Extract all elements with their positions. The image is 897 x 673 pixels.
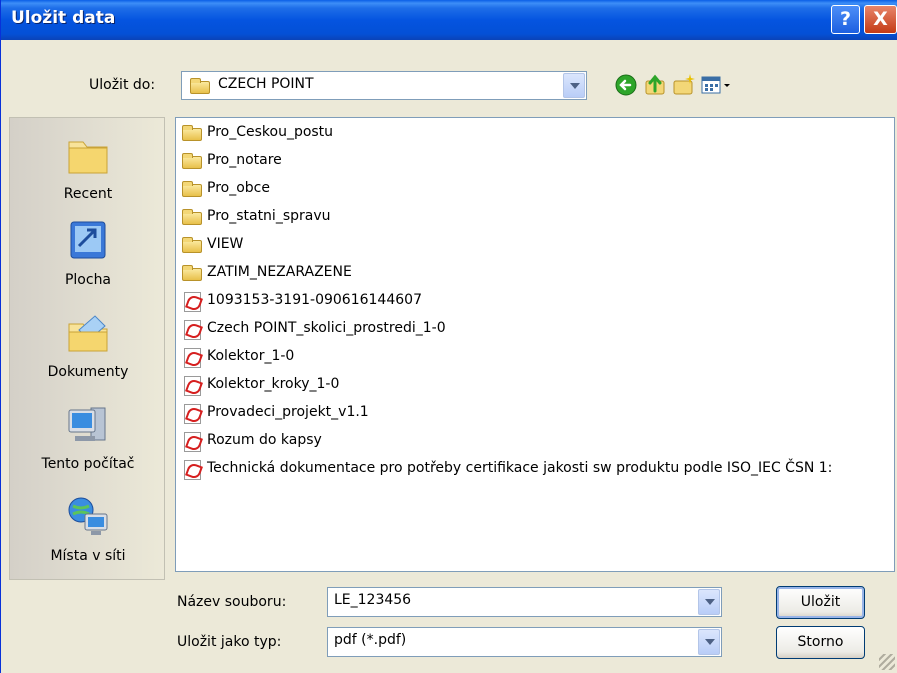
place-label: Dokumenty	[47, 364, 129, 380]
views-menu-icon[interactable]	[699, 72, 737, 98]
folder-icon	[180, 180, 204, 198]
file-list[interactable]: Pro_Ceskou_postu Pro_notare Pro_obce Pro…	[175, 117, 895, 572]
places-bar: Recent Plocha Dokumenty Tento počítač Mí…	[9, 117, 165, 580]
chevron-down-icon[interactable]	[563, 73, 585, 98]
place-network[interactable]: Místa v síti	[10, 494, 166, 564]
file-name: Pro_notare	[207, 152, 282, 168]
filetype-label: Uložit jako typ:	[177, 634, 282, 650]
save-button[interactable]: Uložit	[776, 586, 865, 619]
save-in-combo[interactable]: CZECH POINT	[181, 71, 587, 100]
place-computer[interactable]: Tento počítač	[10, 402, 166, 472]
file-name: VIEW	[207, 236, 244, 252]
file-name: Kolektor_1-0	[207, 348, 295, 364]
filename-label: Název souboru:	[177, 594, 287, 610]
file-name: 1093153-3191-090616144607	[207, 292, 422, 308]
folder-icon	[180, 152, 204, 170]
pdf-file-icon	[180, 376, 204, 396]
file-name: Technická dokumentace pro potřeby certif…	[207, 460, 833, 476]
pdf-file-icon	[180, 404, 204, 424]
filename-value: LE_123456	[334, 592, 412, 608]
filetype-select[interactable]: pdf (*.pdf)	[327, 627, 722, 657]
chevron-down-icon[interactable]	[698, 589, 720, 615]
place-label: Plocha	[64, 272, 112, 288]
up-folder-icon[interactable]	[642, 72, 668, 98]
dialog-title: Uložit data	[11, 8, 116, 28]
back-arrow-icon[interactable]	[613, 72, 639, 98]
file-name: Kolektor_kroky_1-0	[207, 376, 340, 392]
folder-icon	[180, 236, 204, 254]
file-name: Pro_obce	[207, 180, 270, 196]
pdf-file-icon	[180, 292, 204, 312]
filetype-value: pdf (*.pdf)	[334, 632, 407, 648]
cancel-button[interactable]: Storno	[776, 626, 865, 659]
pdf-file-icon	[180, 460, 204, 480]
title-bar[interactable]: Uložit data ? X	[1, 0, 897, 40]
pdf-file-icon	[180, 432, 204, 452]
save-dialog: Uložit data ? X Uložit do: CZECH POINT R…	[0, 0, 897, 673]
place-label: Recent	[63, 186, 113, 202]
resize-grip-icon[interactable]	[879, 654, 895, 670]
help-button[interactable]: ?	[831, 5, 860, 34]
documents-icon	[68, 315, 108, 352]
desktop-icon	[70, 221, 106, 259]
close-button[interactable]: X	[864, 5, 897, 34]
place-label: Tento počítač	[41, 456, 135, 472]
file-name: Rozum do kapsy	[207, 432, 322, 448]
save-in-value: CZECH POINT	[218, 76, 314, 92]
file-name: ZATIM_NEZARAZENE	[207, 264, 352, 280]
recent-folder-icon	[68, 141, 108, 174]
place-documents[interactable]: Dokumenty	[10, 310, 166, 380]
place-desktop[interactable]: Plocha	[10, 218, 166, 288]
file-name: Provadeci_projekt_v1.1	[207, 404, 369, 420]
folder-icon	[190, 78, 212, 94]
file-name: Pro_Ceskou_postu	[207, 124, 334, 140]
folder-icon	[180, 264, 204, 282]
chevron-down-icon[interactable]	[698, 629, 720, 655]
folder-icon	[180, 124, 204, 142]
computer-icon	[68, 407, 106, 441]
pdf-file-icon	[180, 348, 204, 368]
folder-icon	[180, 208, 204, 226]
place-recent[interactable]: Recent	[10, 132, 166, 202]
filename-input[interactable]: LE_123456	[327, 587, 722, 617]
file-name: Pro_statni_spravu	[207, 208, 331, 224]
place-label: Místa v síti	[50, 548, 126, 564]
save-in-label: Uložit do:	[89, 77, 156, 93]
network-icon	[68, 497, 108, 535]
pdf-file-icon	[180, 320, 204, 340]
file-name: Czech POINT_skolici_prostredi_1-0	[207, 320, 446, 336]
new-folder-icon[interactable]	[671, 72, 697, 98]
